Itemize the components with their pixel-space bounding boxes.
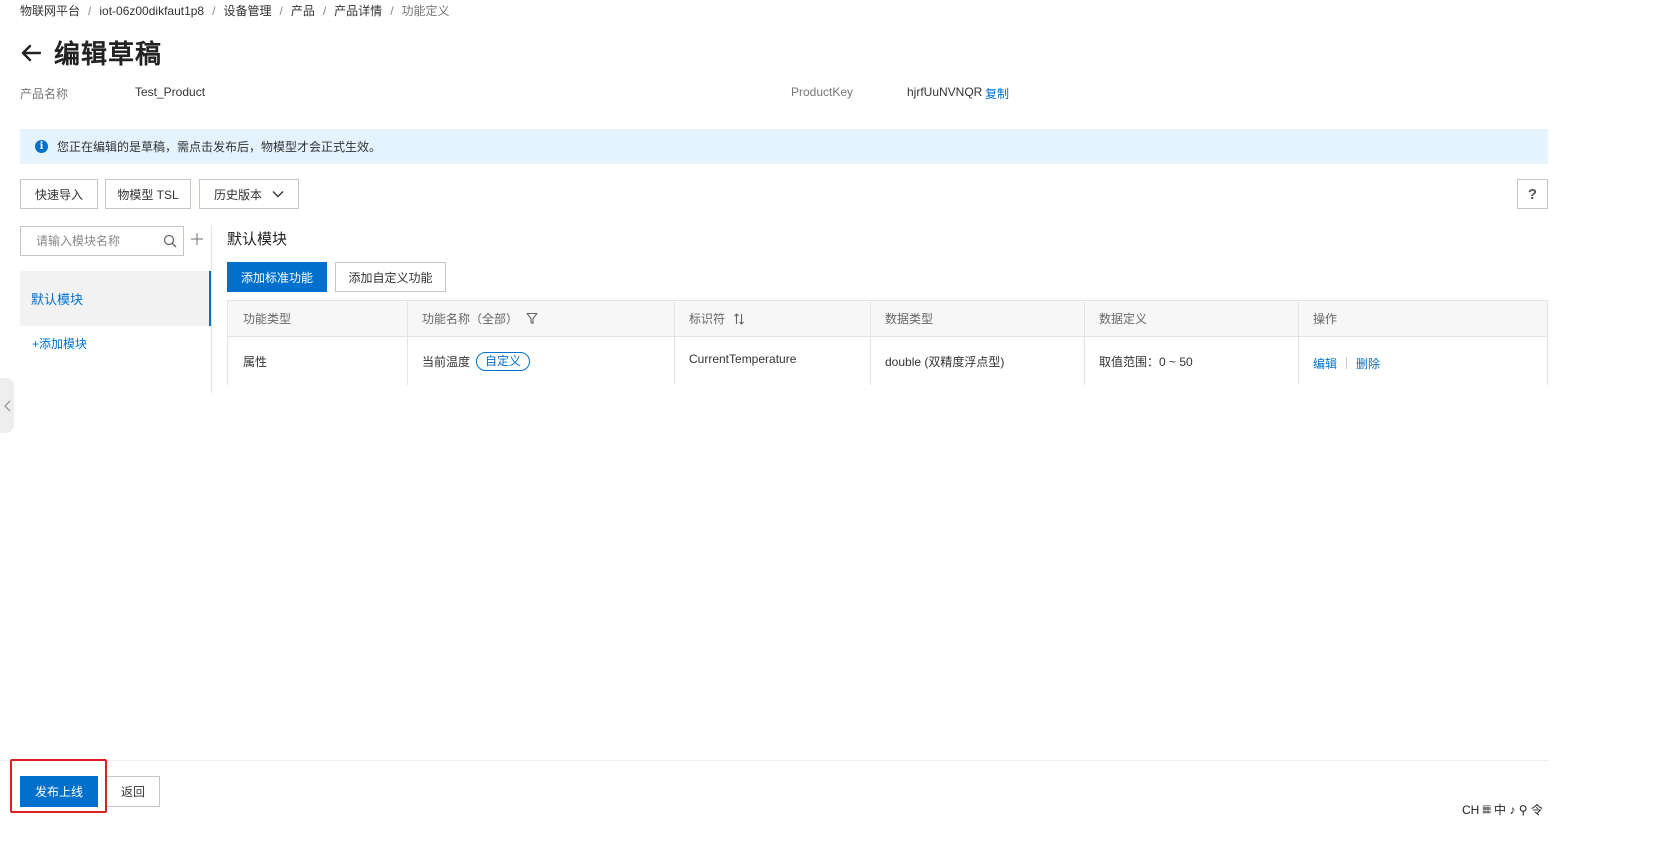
section-title: 默认模块 <box>227 231 288 248</box>
module-search-box <box>20 226 184 256</box>
product-key-value: hjrfUuNVNQR <box>907 85 983 99</box>
filter-icon[interactable] <box>526 312 538 325</box>
header-identifier-label: 标识符 <box>689 312 726 326</box>
title-row: 编辑草稿 <box>20 34 162 71</box>
identifier-value: CurrentTemperature <box>689 352 797 366</box>
add-custom-function-button[interactable]: 添加自定义功能 <box>335 262 446 292</box>
breadcrumb-item-instance[interactable]: iot-06z00dikfaut1p8 <box>99 4 204 18</box>
breadcrumb-separator: / <box>322 4 327 18</box>
header-data-type: 数据类型 <box>870 301 1084 336</box>
function-name-value: 当前温度 <box>422 354 471 369</box>
copy-link[interactable]: 复制 <box>985 85 1009 102</box>
chevron-left-icon <box>3 400 11 412</box>
quick-import-button[interactable]: 快速导入 <box>20 179 98 209</box>
draft-notice: i 您正在编辑的是草稿，需点击发布后，物模型才会正式生效。 <box>20 129 1548 164</box>
question-mark-icon: ? <box>1527 185 1538 203</box>
table-header: 功能类型 功能名称（全部） 标识符 数据类型 数据定义 操作 <box>228 301 1547 337</box>
cell-operation: 编辑 删除 <box>1298 337 1548 385</box>
breadcrumb-separator: / <box>212 4 216 18</box>
header-identifier: 标识符 <box>674 301 870 336</box>
add-module-link[interactable]: +添加模块 <box>32 335 87 352</box>
help-button[interactable]: ? <box>1517 179 1548 209</box>
system-tray: CH 𝄜 中 ♪ ⚲ 令 <box>1462 801 1543 818</box>
breadcrumb-item-product[interactable]: 产品 <box>291 4 315 18</box>
breadcrumb-item-device-management[interactable]: 设备管理 <box>223 4 271 18</box>
info-icon: i <box>35 140 48 153</box>
header-function-name: 功能名称（全部） <box>407 301 674 336</box>
back-arrow-icon[interactable] <box>20 42 42 64</box>
header-data-type-label: 数据类型 <box>885 312 934 326</box>
history-version-label: 历史版本 <box>213 187 262 202</box>
module-item-default[interactable]: 默认模块 <box>20 271 211 326</box>
chevron-down-icon <box>272 190 284 198</box>
breadcrumb-separator: / <box>279 4 283 18</box>
add-standard-function-label: 添加标准功能 <box>240 270 313 285</box>
module-item-label: 默认模块 <box>31 292 84 307</box>
breadcrumb-item-iot-platform[interactable]: 物联网平台 <box>20 4 80 18</box>
quick-import-label: 快速导入 <box>34 187 83 202</box>
product-key-label: ProductKey <box>791 85 854 99</box>
cell-data-definition: 取值范围：0 ~ 50 <box>1084 337 1298 385</box>
operation-divider <box>1346 357 1348 369</box>
add-module-plus-icon[interactable] <box>190 230 206 250</box>
header-data-definition-label: 数据定义 <box>1099 312 1148 326</box>
footer-divider <box>0 760 1548 761</box>
return-label: 返回 <box>120 785 145 799</box>
cell-identifier: CurrentTemperature <box>674 337 870 385</box>
add-standard-function-button[interactable]: 添加标准功能 <box>227 262 327 292</box>
sidebar-collapse-toggle[interactable] <box>0 378 14 433</box>
sort-icon[interactable] <box>733 312 745 325</box>
product-name-label: 产品名称 <box>20 87 69 101</box>
header-function-type: 功能类型 <box>228 301 407 336</box>
data-definition-value: 取值范围：0 ~ 50 <box>1099 354 1193 369</box>
cell-function-type: 属性 <box>228 337 407 385</box>
tsl-button[interactable]: 物模型 TSL <box>105 179 191 209</box>
breadcrumb-current: 功能定义 <box>401 4 450 18</box>
panel-divider <box>211 226 212 393</box>
cell-function-name: 当前温度 自定义 <box>407 337 674 385</box>
header-function-name-label: 功能名称（全部） <box>422 312 519 326</box>
function-table: 功能类型 功能名称（全部） 标识符 数据类型 数据定义 操作 属性 当前温度 自… <box>227 300 1548 385</box>
data-type-value: double (双精度浮点型) <box>885 354 1005 369</box>
table-row: 属性 当前温度 自定义 CurrentTemperature double (双… <box>228 337 1547 385</box>
function-type-value: 属性 <box>243 354 268 369</box>
return-button[interactable]: 返回 <box>106 776 160 807</box>
breadcrumb: 物联网平台 / iot-06z00dikfaut1p8 / 设备管理 / 产品 / 产品详情 / 功… <box>20 2 450 19</box>
breadcrumb-separator: / <box>88 4 92 18</box>
edit-link[interactable]: 编辑 <box>1313 355 1337 372</box>
header-function-type-label: 功能类型 <box>243 312 292 326</box>
search-icon[interactable] <box>163 234 177 248</box>
product-name-value: Test_Product <box>135 85 206 99</box>
custom-tag-badge: 自定义 <box>476 351 531 371</box>
header-operation: 操作 <box>1298 301 1548 336</box>
add-custom-function-label: 添加自定义功能 <box>348 270 433 285</box>
cell-data-type: double (双精度浮点型) <box>870 337 1084 385</box>
draft-notice-text: 您正在编辑的是草稿，需点击发布后，物模型才会正式生效。 <box>57 140 382 154</box>
history-version-dropdown[interactable]: 历史版本 <box>199 179 299 209</box>
header-data-definition: 数据定义 <box>1084 301 1298 336</box>
system-tray-text: CH 𝄜 中 ♪ ⚲ 令 <box>1462 803 1543 817</box>
breadcrumb-separator: / <box>390 4 394 18</box>
tsl-label: 物模型 TSL <box>117 187 179 202</box>
breadcrumb-item-product-detail[interactable]: 产品详情 <box>334 4 382 18</box>
module-search-input[interactable] <box>36 234 156 248</box>
page-title: 编辑草稿 <box>54 39 163 69</box>
delete-link[interactable]: 删除 <box>1356 355 1380 372</box>
header-operation-label: 操作 <box>1313 312 1338 326</box>
highlight-annotation-box <box>10 759 107 813</box>
